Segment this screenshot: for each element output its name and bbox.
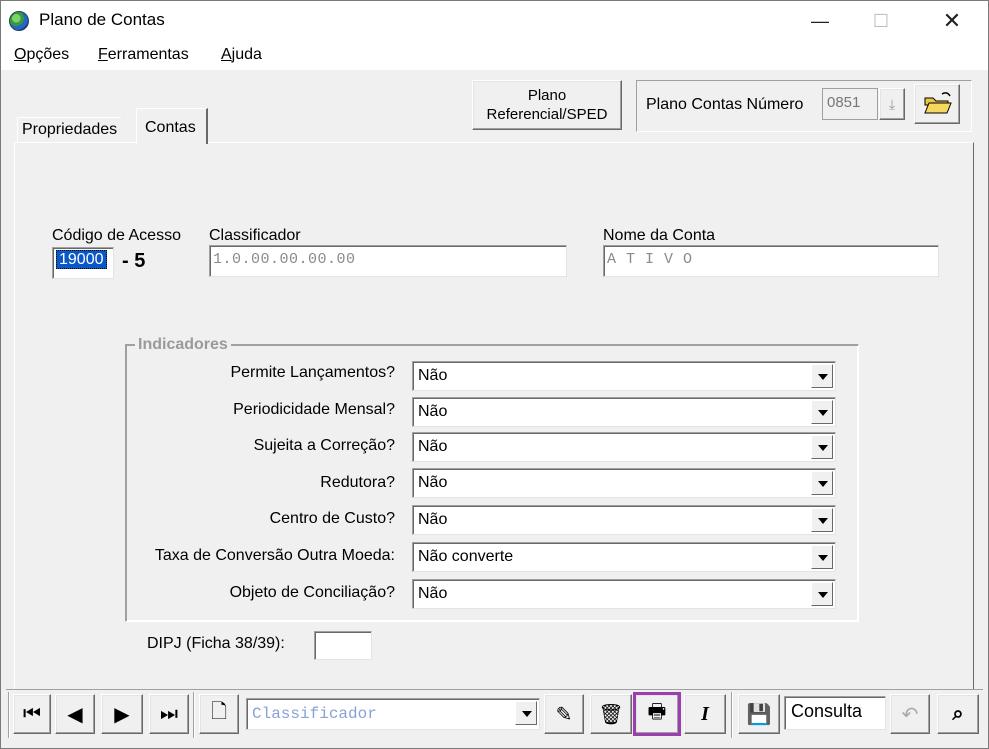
next-record-button[interactable]: ▶ (101, 694, 143, 734)
dropdown-arrow-icon[interactable] (811, 400, 833, 424)
redutora-value: Não (418, 474, 448, 491)
plano-referencial-button[interactable]: Plano Referencial/SPED (472, 80, 622, 130)
dipj-label: DIPJ (Ficha 38/39): (147, 635, 285, 652)
last-record-button[interactable]: ⏭ (149, 694, 189, 734)
dropdown-arrow-icon[interactable] (811, 545, 833, 569)
edit-record-button[interactable]: ✎ (544, 694, 584, 734)
objeto-conciliacao-value: Não (418, 585, 448, 602)
plano-button-line2: Referencial/SPED (486, 106, 608, 123)
window-title: Plano de Contas (39, 10, 165, 29)
taxa-conversao-select[interactable]: Não converte (412, 542, 836, 572)
previous-record-button[interactable]: ◀ (55, 694, 95, 734)
save-disk-icon: 💾 (746, 703, 772, 726)
tab-propriedades[interactable]: Propriedades (17, 117, 122, 143)
sujeita-correcao-select[interactable]: Não (412, 432, 836, 462)
plano-numero-dropdown-button[interactable]: ⤓ (879, 88, 905, 120)
dropdown-arrow-icon[interactable] (811, 435, 833, 459)
codigo-acesso-label: Código de Acesso (52, 227, 181, 244)
taxa-conversao-label: Taxa de Conversão Outra Moeda: (154, 547, 395, 564)
last-record-icon: ⏭ (160, 702, 178, 725)
codigo-acesso-value: 19000 (56, 250, 107, 269)
periodicidade-mensal-label: Periodicidade Mensal? (233, 401, 395, 418)
undo-button[interactable]: ↶ (890, 694, 930, 734)
menu-ajuda[interactable]: Ajuda (221, 46, 262, 64)
centro-custo-label: Centro de Custo? (269, 510, 395, 527)
maximize-button[interactable]: ☐ (858, 1, 904, 41)
app-globe-icon (9, 11, 29, 31)
centro-custo-value: Não (418, 511, 448, 528)
dropdown-arrow-icon[interactable] (515, 701, 537, 725)
new-record-button[interactable]: 🗋 (199, 694, 239, 734)
dropdown-arrow-icon[interactable] (811, 364, 833, 388)
search-field-value: Classificador (252, 705, 377, 723)
codigo-acesso-input[interactable]: 19000 (52, 247, 114, 279)
open-folder-icon (924, 92, 952, 114)
redutora-select[interactable]: Não (412, 468, 836, 498)
toolbar-separator (731, 692, 733, 738)
recycle-bin-icon: 🗑 (598, 703, 624, 726)
italic-button[interactable]: I (684, 694, 726, 734)
download-arrow-icon: ⤓ (888, 96, 896, 112)
italic-icon: I (701, 702, 709, 725)
open-folder-button[interactable] (914, 84, 960, 124)
toolbar-separator (8, 692, 10, 738)
classificador-field[interactable]: 1.0.00.00.00.00 (209, 245, 567, 277)
mode-indicator: Consulta (784, 696, 886, 730)
save-button[interactable]: 💾 (738, 694, 780, 734)
plano-numero-label: Plano Contas Número (646, 96, 804, 113)
menu-bar: Opções Ferramentas Ajuda (0, 40, 989, 70)
redutora-label: Redutora? (320, 474, 395, 491)
search-field-select[interactable]: Classificador (246, 698, 540, 730)
plano-button-line1: Plano (527, 87, 567, 104)
permite-lancamentos-label: Permite Lançamentos? (230, 364, 395, 381)
objeto-conciliacao-select[interactable]: Não (412, 579, 836, 609)
permite-lancamentos-value: Não (418, 367, 448, 384)
menu-ferramentas[interactable]: Ferramentas (98, 46, 189, 64)
dropdown-arrow-icon[interactable] (811, 471, 833, 495)
periodicidade-mensal-value: Não (418, 403, 448, 420)
nome-conta-field[interactable]: A T I V O (603, 245, 939, 277)
dropdown-arrow-icon[interactable] (811, 582, 833, 606)
centro-custo-select[interactable]: Não (412, 505, 836, 535)
edit-document-icon: ✎ (555, 703, 573, 726)
print-button[interactable]: 🖶 (633, 692, 681, 736)
tab-contas[interactable]: Contas (136, 108, 208, 144)
sujeita-correcao-label: Sujeita a Correção? (253, 437, 395, 454)
new-document-icon: 🗋 (210, 701, 228, 723)
classificador-label: Classificador (209, 227, 301, 244)
sujeita-correcao-value: Não (418, 438, 448, 455)
printer-icon: 🖶 (647, 701, 667, 723)
dipj-field[interactable] (314, 631, 372, 660)
next-record-icon: ▶ (114, 703, 130, 726)
periodicidade-mensal-select[interactable]: Não (412, 397, 836, 427)
first-record-button[interactable]: ⏮ (13, 694, 51, 734)
undo-icon: ↶ (901, 703, 919, 726)
close-button[interactable]: ✕ (929, 1, 975, 41)
previous-record-icon: ◀ (67, 703, 83, 726)
dropdown-arrow-icon[interactable] (811, 508, 833, 532)
binoculars-icon: ⌕ (952, 702, 964, 725)
plano-numero-field[interactable]: 0851 (822, 88, 878, 120)
taxa-conversao-value: Não converte (418, 548, 514, 565)
find-button[interactable]: ⌕ (937, 694, 979, 734)
objeto-conciliacao-label: Objeto de Conciliação? (229, 584, 395, 601)
permite-lancamentos-select[interactable]: Não (412, 361, 836, 391)
indicadores-title: Indicadores (135, 336, 231, 354)
menu-opcoes[interactable]: Opções (14, 46, 69, 64)
digito-verificador: - 5 (122, 250, 146, 272)
title-bar: Plano de Contas — ☐ ✕ (0, 0, 989, 40)
nome-conta-label: Nome da Conta (603, 227, 716, 244)
minimize-button[interactable]: — (797, 1, 843, 41)
toolbar-separator (193, 692, 195, 738)
delete-record-button[interactable]: 🗑 (590, 694, 632, 734)
first-record-icon: ⏮ (23, 702, 41, 725)
